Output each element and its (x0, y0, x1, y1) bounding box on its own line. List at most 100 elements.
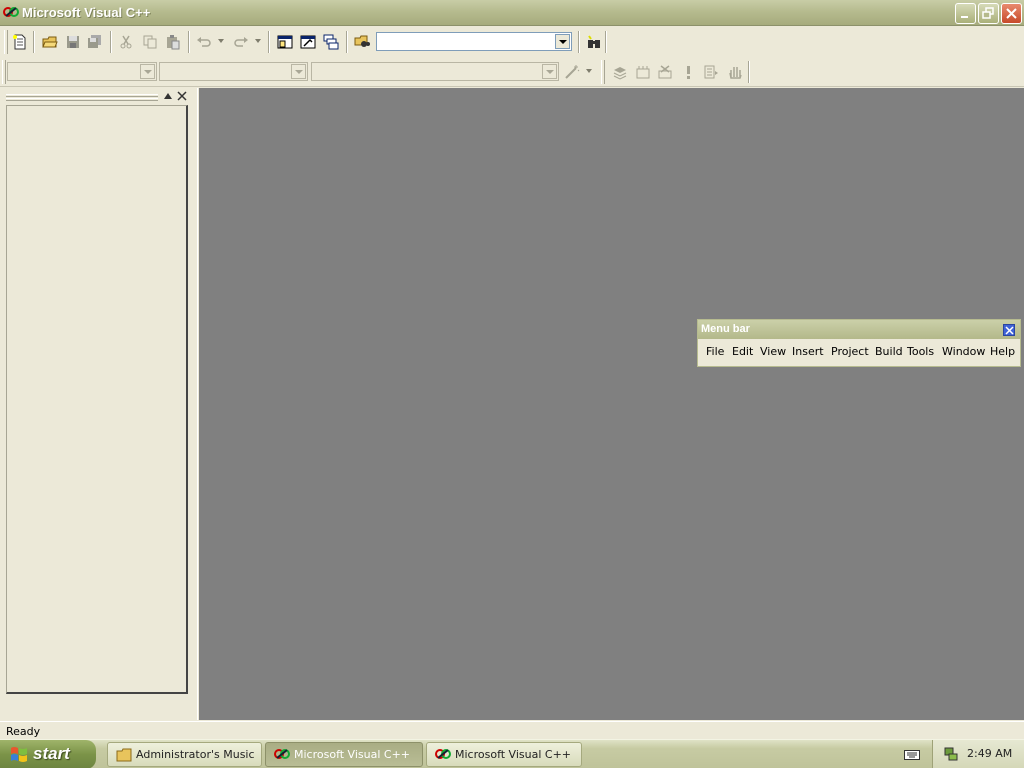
taskbar-item-label: Microsoft Visual C++ (455, 748, 572, 761)
triangle-up-icon (164, 93, 172, 99)
menu-insert[interactable]: Insert (792, 344, 824, 360)
window-title: Microsoft Visual C++ (22, 5, 151, 20)
class-combo[interactable] (7, 62, 157, 81)
find-combo[interactable] (376, 32, 572, 51)
system-tray: 2:49 AM (932, 740, 1024, 768)
taskbar-item-music[interactable]: Administrator's Music (107, 742, 262, 767)
taskbar-item-label: Microsoft Visual C++ (294, 748, 411, 761)
stop-build-icon (658, 65, 672, 79)
go-button[interactable] (701, 62, 721, 82)
workspace-grip[interactable] (6, 94, 158, 97)
keyboard-icon[interactable] (904, 748, 920, 760)
start-button[interactable]: start (0, 740, 96, 768)
status-text: Ready (6, 725, 41, 738)
open-folder-icon (42, 36, 58, 48)
stop-build-button[interactable] (655, 62, 675, 82)
visual-cpp-icon (435, 749, 451, 759)
cut-button[interactable] (116, 32, 136, 52)
redo-button[interactable] (231, 32, 251, 52)
save-all-icon (88, 35, 101, 48)
find-combo-dropdown-icon[interactable] (555, 34, 570, 49)
filter-combo[interactable] (159, 62, 308, 81)
menu-project[interactable]: Project (831, 344, 869, 360)
copy-button[interactable] (140, 32, 160, 52)
taskbar-item-label: Administrator's Music (136, 748, 255, 761)
save-button[interactable] (63, 32, 83, 52)
go-icon (704, 65, 718, 79)
taskbar: start Administrator's Music Microsoft Vi… (0, 739, 1024, 768)
save-icon (67, 36, 79, 48)
standard-toolbar (0, 27, 1024, 57)
menu-build[interactable]: Build (875, 344, 903, 360)
close-icon (1006, 8, 1017, 19)
filter-combo-dropdown-icon[interactable] (291, 64, 306, 79)
menu-bar-close-button[interactable] (1003, 324, 1015, 336)
clock[interactable]: 2:49 AM (967, 747, 1012, 760)
toolbar-grip[interactable] (4, 30, 8, 54)
paste-button[interactable] (163, 32, 183, 52)
wizard-action-button[interactable] (562, 62, 582, 82)
exclamation-icon (687, 66, 690, 79)
save-all-button[interactable] (85, 32, 105, 52)
network-icon[interactable] (943, 746, 959, 762)
copy-icon (143, 35, 157, 49)
undo-icon (197, 37, 211, 47)
menu-tools[interactable]: Tools (907, 344, 934, 360)
toolbar-grip[interactable] (601, 60, 605, 84)
menu-help[interactable]: Help (990, 344, 1015, 360)
workspace-maximize-button[interactable] (162, 91, 174, 103)
new-text-file-button[interactable] (10, 32, 30, 52)
menu-edit[interactable]: Edit (732, 344, 753, 360)
minimize-icon (961, 16, 968, 18)
restore-button[interactable] (978, 3, 999, 24)
build-button[interactable] (633, 62, 653, 82)
close-button[interactable] (1001, 3, 1022, 24)
magic-wand-icon (565, 65, 580, 79)
find-in-files-button[interactable] (352, 32, 372, 52)
workspace-tree-panel[interactable] (6, 105, 188, 694)
compile-icon (613, 67, 627, 80)
breakpoint-button[interactable] (725, 62, 745, 82)
members-combo[interactable] (311, 62, 559, 81)
mdi-client-area[interactable] (199, 88, 1024, 720)
minimize-button[interactable] (955, 3, 976, 24)
workspace-pane (0, 88, 198, 720)
undo-dropdown-icon[interactable] (218, 39, 224, 43)
status-bar: Ready (0, 721, 1024, 739)
wizard-action-dropdown-icon[interactable] (586, 69, 592, 73)
window-list-button[interactable] (321, 32, 341, 52)
find-in-files-icon (354, 35, 370, 47)
menu-view[interactable]: View (760, 344, 786, 360)
close-icon (1005, 326, 1014, 335)
title-bar[interactable]: Microsoft Visual C++ (0, 0, 1024, 26)
redo-icon (234, 37, 248, 47)
taskbar-item-vcpp-1[interactable]: Microsoft Visual C++ (265, 742, 423, 767)
menu-file[interactable]: File (706, 344, 724, 360)
folder-icon (116, 748, 132, 762)
menu-bar-title-bar[interactable]: Menu bar (698, 320, 1020, 339)
open-button[interactable] (40, 32, 60, 52)
workspace-close-button[interactable] (176, 91, 188, 103)
toolbar-grip[interactable] (2, 60, 6, 84)
output-toggle-button[interactable] (298, 32, 318, 52)
visual-cpp-icon (274, 749, 290, 759)
taskbar-item-vcpp-2[interactable]: Microsoft Visual C++ (426, 742, 582, 767)
visual-cpp-icon (3, 7, 19, 17)
execute-button[interactable] (678, 62, 698, 82)
paste-icon (167, 35, 180, 50)
floating-menu-bar: Menu bar File Edit View Insert Project B… (697, 319, 1021, 367)
find-button[interactable] (584, 32, 604, 52)
undo-button[interactable] (194, 32, 214, 52)
window-list-icon (323, 34, 339, 50)
windows-logo-icon (11, 747, 27, 762)
output-window-icon (300, 35, 316, 49)
redo-dropdown-icon[interactable] (255, 39, 261, 43)
members-combo-dropdown-icon[interactable] (542, 64, 557, 79)
cut-icon (120, 35, 132, 49)
menu-window[interactable]: Window (942, 344, 985, 360)
class-combo-dropdown-icon[interactable] (140, 64, 155, 79)
close-icon (177, 91, 187, 101)
workspace-toggle-button[interactable] (275, 32, 295, 52)
compile-button[interactable] (610, 62, 630, 82)
workspace-icon (277, 35, 293, 49)
